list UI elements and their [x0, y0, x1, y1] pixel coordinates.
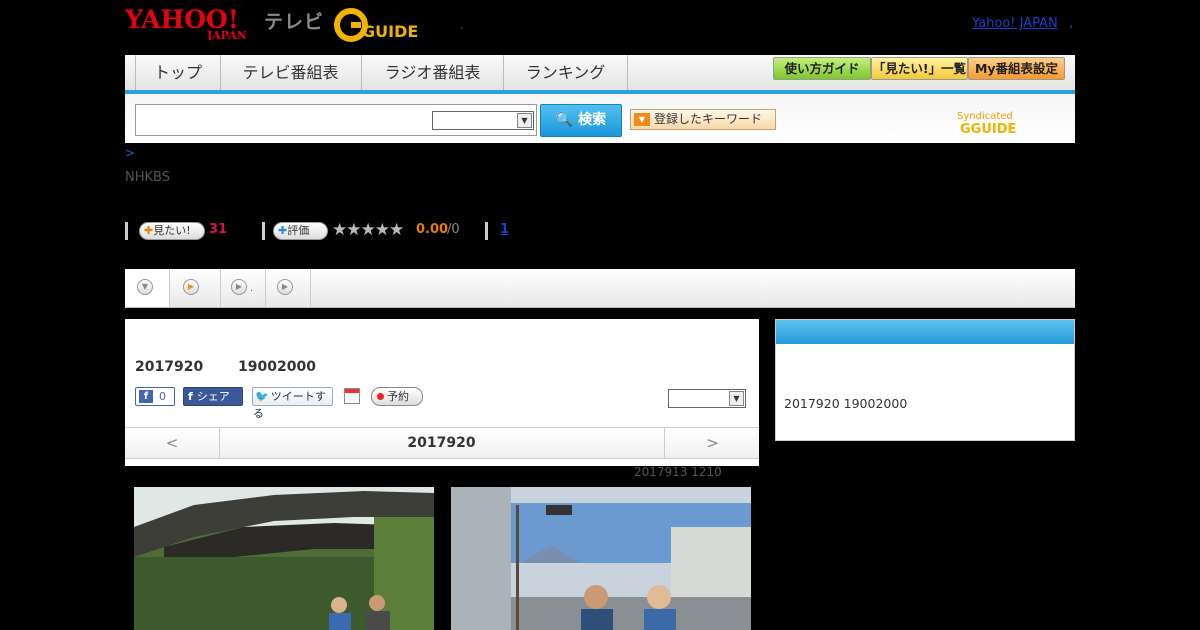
gguide-small-logo: GGUIDE [960, 122, 1017, 137]
main-nav: トップ テレビ番組表 ラジオ番組表 ランキング 使い方ガイド 「見たい!」一覧 … [125, 55, 1075, 94]
nav-tab-ranking[interactable]: ランキング [504, 55, 628, 90]
stats-divider [262, 222, 265, 240]
current-date: 2017920 [407, 435, 476, 451]
gguide-logo[interactable]: GUIDE [334, 8, 434, 42]
rating-stars: ★★★★★ [332, 220, 404, 240]
usage-guide-button[interactable]: 使い方ガイド [773, 57, 871, 80]
calendar-add-icon[interactable] [344, 388, 360, 404]
svg-text:GUIDE: GUIDE [362, 22, 418, 41]
tab-overview[interactable]: ▼ [125, 269, 170, 307]
rating-total: /0 [447, 222, 460, 237]
miitai-list-button[interactable]: 「見たい!」一覧 [871, 57, 968, 80]
yahoo-japan-link[interactable]: Yahoo! JAPAN [972, 16, 1058, 31]
program-tab-bar: ▼ ▶ . ▶ ▶ [125, 269, 1075, 308]
svg-text:JAPAN: JAPAN [206, 29, 247, 40]
play-icon: ▶ [231, 279, 247, 295]
syndicated-gguide-logo: Syndicated GGUIDE [957, 111, 1017, 137]
saved-keywords-button[interactable]: ▼ 登録したキーワード [630, 109, 776, 130]
saved-keywords-label: 登録したキーワード [654, 112, 763, 126]
previous-date-button[interactable]: < [125, 428, 220, 458]
nav-tab-top[interactable]: トップ [135, 55, 221, 90]
chevron-down-icon: ▼ [729, 391, 744, 406]
review-count-link[interactable]: 1 [500, 222, 509, 237]
channel-name: NHKBS [125, 170, 170, 185]
search-button-label: 検索 [578, 112, 607, 128]
rebroadcast-info: 2017913 1210 [634, 465, 722, 479]
side-panel-header [776, 320, 1074, 344]
breadcrumb[interactable]: > [125, 146, 135, 160]
program-photo-bridge[interactable] [134, 487, 434, 630]
plus-icon: ✚ [278, 224, 288, 237]
chevron-down-icon: ▼ [517, 113, 532, 128]
rate-button[interactable]: ✚評価 [273, 222, 328, 240]
program-info-panel: 2017920 19002000 f0 f シェア 🐦 ツイートする 予約 ▼ < … [125, 319, 759, 466]
search-area: ▼ 🔍 検索 ▼ 登録したキーワード Syndicated GGUIDE [125, 94, 1075, 143]
tab-episodes[interactable]: ▶ . [170, 269, 253, 307]
tab-cast[interactable]: ▶ [221, 269, 266, 307]
broadcast-time: 19002000 [238, 359, 316, 375]
plus-icon: ✚ [144, 224, 154, 237]
chevron-down-icon: ▼ [137, 279, 153, 295]
program-photo-street[interactable] [451, 487, 751, 630]
header-separator: , [1069, 16, 1074, 31]
twitter-bird-icon: 🐦 [255, 390, 269, 403]
yahoo-japan-logo[interactable]: YAHOO! JAPAN [124, 5, 260, 42]
tv-logo-text[interactable]: テレビ [264, 7, 324, 34]
date-navigation: < 2017920 > [125, 427, 759, 459]
side-info-panel: 2017920 19002000 [775, 319, 1075, 441]
tweet-button[interactable]: 🐦 ツイートする [252, 387, 333, 420]
nav-tab-tv-listings[interactable]: テレビ番組表 [220, 55, 362, 90]
search-button[interactable]: 🔍 検索 [540, 104, 622, 137]
arrow-down-icon: ▼ [634, 113, 650, 126]
broadcast-date: 2017920 [135, 359, 204, 375]
stats-divider [125, 222, 128, 240]
record-icon [377, 393, 384, 400]
play-icon: ▶ [183, 279, 199, 295]
reserve-recording-button[interactable]: 予約 [371, 387, 423, 406]
miitai-button[interactable]: ✚見たい! [139, 222, 205, 240]
next-date-button[interactable]: > [664, 428, 760, 458]
rating-value: 0.00 [416, 222, 449, 237]
search-category-select[interactable]: ▼ [432, 111, 534, 130]
nav-tab-radio-listings[interactable]: ラジオ番組表 [362, 55, 504, 90]
search-icon: 🔍 [555, 112, 574, 128]
header-separator: , [460, 20, 464, 31]
facebook-like-button[interactable]: f0 [135, 387, 175, 406]
miitai-count: 31 [209, 222, 228, 237]
play-icon: ▶ [277, 279, 293, 295]
facebook-share-button[interactable]: f シェア [183, 387, 243, 406]
facebook-icon: f [139, 390, 153, 403]
stats-divider [485, 222, 488, 240]
my-listings-settings-button[interactable]: My番組表設定 [968, 57, 1065, 80]
tab-related[interactable]: ▶ [266, 269, 311, 307]
side-broadcast-datetime: 2017920 19002000 [784, 396, 908, 411]
panel-select[interactable]: ▼ [668, 389, 746, 408]
facebook-icon: f [188, 390, 193, 403]
